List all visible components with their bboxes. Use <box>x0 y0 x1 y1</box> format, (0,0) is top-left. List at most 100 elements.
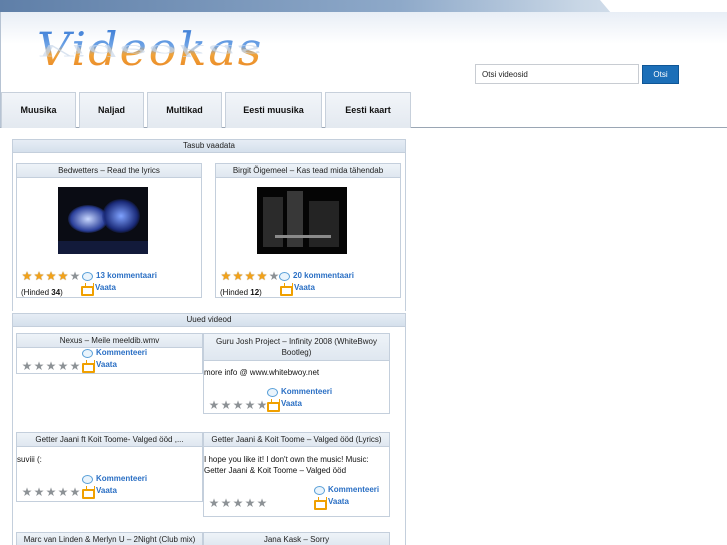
rating-stars[interactable]: ★ ★ ★ ★ ★ <box>220 270 280 282</box>
new-video-card[interactable]: Guru Josh Project – Infinity 2008 (White… <box>203 333 390 414</box>
votes-number: 12 <box>250 288 260 297</box>
video-title[interactable]: Guru Josh Project – Infinity 2008 (White… <box>204 334 389 361</box>
nav-item-naljad[interactable]: Naljad <box>79 92 144 128</box>
new-video-card[interactable]: Getter Jaani ft Koit Toome- Valged ööd ,… <box>16 432 203 502</box>
video-title[interactable]: Marc van Linden & Merlyn U – 2Night (Clu… <box>17 533 202 545</box>
thumbnail-light <box>102 199 140 233</box>
star-icon[interactable]: ★ <box>232 399 244 411</box>
votes-suffix: ) <box>259 288 262 297</box>
video-description: more info @ www.whitebwoy.net <box>204 368 320 377</box>
star-icon[interactable]: ★ <box>232 497 244 509</box>
star-icon[interactable]: ★ <box>57 360 69 372</box>
comment-link[interactable]: Kommenteeri <box>96 474 147 483</box>
comment-link[interactable]: Kommenteeri <box>96 348 147 357</box>
video-title[interactable]: Getter Jaani ft Koit Toome- Valged ööd ,… <box>17 433 202 447</box>
comment-bubble-icon <box>82 475 93 484</box>
video-title[interactable]: Nexus – Meile meeldib.wmv <box>17 334 202 348</box>
thumbnail-building <box>263 197 283 247</box>
video-thumbnail[interactable] <box>58 187 148 254</box>
tv-icon <box>267 402 280 412</box>
logo-reflection: Videokas <box>37 41 264 60</box>
section-title: Tasub vaadata <box>12 139 406 153</box>
star-icon[interactable]: ★ <box>69 486 81 498</box>
star-icon[interactable]: ★ <box>45 270 57 282</box>
star-icon[interactable]: ★ <box>256 270 268 282</box>
watch-link[interactable]: Vaata <box>96 486 117 495</box>
star-icon[interactable]: ★ <box>21 360 33 372</box>
star-icon[interactable]: ★ <box>244 270 256 282</box>
votes-number: 34 <box>51 288 61 297</box>
star-icon[interactable]: ★ <box>57 270 69 282</box>
tv-icon <box>81 286 94 296</box>
new-video-card[interactable]: Marc van Linden & Merlyn U – 2Night (Clu… <box>16 532 203 545</box>
votes-count: (Hinded 12) <box>220 288 262 297</box>
search-button[interactable]: Otsi <box>642 65 679 84</box>
video-title[interactable]: Getter Jaani & Koit Toome – Valged ööd (… <box>204 433 389 447</box>
star-icon[interactable]: ★ <box>57 486 69 498</box>
votes-prefix: (Hinded <box>220 288 251 297</box>
rating-stars[interactable]: ★ ★ ★ ★ ★ <box>21 360 81 372</box>
section-title: Uued videod <box>12 313 406 327</box>
watch-link[interactable]: Vaata <box>281 399 302 408</box>
featured-section: Tasub vaadata Bedwetters – Read the lyri… <box>12 139 406 311</box>
featured-video-card[interactable]: Bedwetters – Read the lyrics ★ ★ ★ ★ ★ 13 ko… <box>16 163 202 298</box>
star-icon[interactable]: ★ <box>244 497 256 509</box>
main-nav: Muusika Naljad Multikad Eesti muusika Ee… <box>0 92 727 128</box>
star-icon[interactable]: ★ <box>220 270 232 282</box>
featured-video-card[interactable]: Birgit Õigemeel – Kas tead mida tähendab… <box>215 163 401 298</box>
nav-item-eesti-muusika[interactable]: Eesti muusika <box>225 92 322 128</box>
star-icon[interactable]: ★ <box>21 270 33 282</box>
new-videos-section: Uued videod Nexus – Meile meeldib.wmv Ko… <box>12 313 406 545</box>
star-icon[interactable]: ★ <box>21 486 33 498</box>
star-icon[interactable]: ★ <box>45 360 57 372</box>
star-icon[interactable]: ★ <box>220 497 232 509</box>
star-icon[interactable]: ★ <box>220 399 232 411</box>
video-title[interactable]: Bedwetters – Read the lyrics <box>17 164 201 178</box>
new-video-card[interactable]: Jana Kask – Sorry <box>203 532 390 545</box>
rating-stars[interactable]: ★ ★ ★ ★ ★ <box>208 399 268 411</box>
star-icon[interactable]: ★ <box>208 497 220 509</box>
thumbnail-floor <box>58 241 148 254</box>
site-header: Videokas Videokas Otsi <box>0 12 727 92</box>
new-video-card[interactable]: Nexus – Meile meeldib.wmv Kommenteeri ★ ★… <box>16 333 203 374</box>
comments-link[interactable]: 20 kommentaari <box>293 271 354 280</box>
top-banner-band <box>0 0 727 12</box>
star-icon[interactable]: ★ <box>33 360 45 372</box>
star-icon[interactable]: ★ <box>69 360 81 372</box>
tv-icon <box>82 489 95 499</box>
votes-suffix: ) <box>60 288 63 297</box>
watch-link[interactable]: Vaata <box>95 283 116 292</box>
video-thumbnail[interactable] <box>257 187 347 254</box>
votes-prefix: (Hinded <box>21 288 52 297</box>
star-icon[interactable]: ★ <box>33 270 45 282</box>
comment-bubble-icon <box>267 388 278 397</box>
rating-stars[interactable]: ★ ★ ★ ★ ★ <box>208 497 268 509</box>
comment-link[interactable]: Kommenteeri <box>281 387 332 396</box>
star-icon[interactable]: ★ <box>208 399 220 411</box>
tv-icon <box>82 363 95 373</box>
search-input[interactable] <box>475 64 639 84</box>
star-icon[interactable]: ★ <box>33 486 45 498</box>
new-video-card[interactable]: Getter Jaani & Koit Toome – Valged ööd (… <box>203 432 390 517</box>
star-icon[interactable]: ★ <box>244 399 256 411</box>
comment-bubble-icon <box>82 349 93 358</box>
rating-stars[interactable]: ★ ★ ★ ★ ★ <box>21 270 81 282</box>
star-icon[interactable]: ★ <box>69 270 81 282</box>
video-title[interactable]: Jana Kask – Sorry <box>204 533 389 545</box>
rating-stars[interactable]: ★ ★ ★ ★ ★ <box>21 486 81 498</box>
watch-link[interactable]: Vaata <box>294 283 315 292</box>
watch-link[interactable]: Vaata <box>96 360 117 369</box>
nav-item-muusika[interactable]: Muusika <box>1 92 76 128</box>
star-icon[interactable]: ★ <box>45 486 57 498</box>
video-description: suviii (: <box>17 455 42 464</box>
nav-item-eesti-kaart[interactable]: Eesti kaart <box>325 92 411 128</box>
thumbnail-building <box>309 201 339 247</box>
video-title[interactable]: Birgit Õigemeel – Kas tead mida tähendab <box>216 164 400 178</box>
nav-item-multikad[interactable]: Multikad <box>147 92 222 128</box>
video-description: I hope you like it! I don't own the musi… <box>204 455 369 475</box>
watch-link[interactable]: Vaata <box>328 497 349 506</box>
comments-link[interactable]: 13 kommentaari <box>96 271 157 280</box>
star-icon[interactable]: ★ <box>232 270 244 282</box>
star-icon[interactable]: ★ <box>256 497 268 509</box>
comment-link[interactable]: Kommenteeri <box>328 485 379 494</box>
